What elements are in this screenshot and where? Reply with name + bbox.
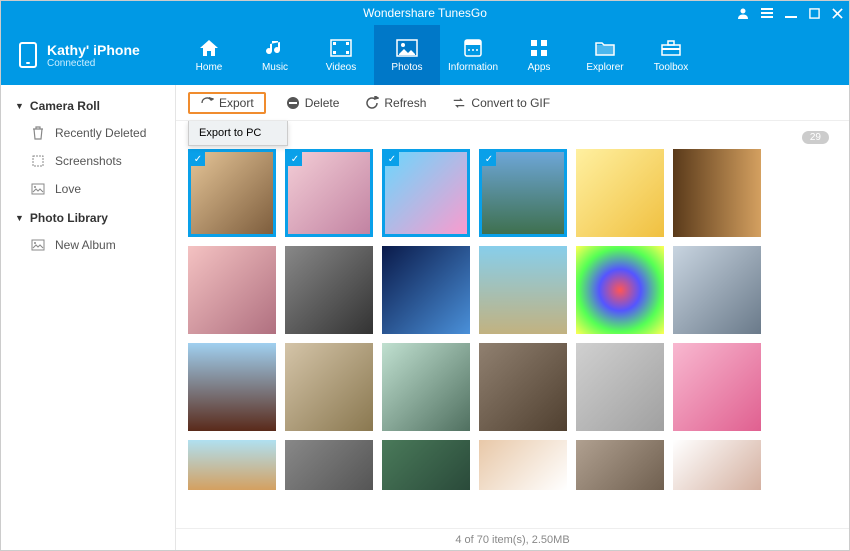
sidebar-item-love[interactable]: Love: [1, 175, 175, 203]
nav-information[interactable]: Information: [440, 25, 506, 85]
export-icon: [200, 96, 214, 110]
sidebar-item-new-album[interactable]: New Album: [1, 231, 175, 259]
photo-thumb[interactable]: [382, 440, 470, 490]
apps-icon: [529, 37, 549, 59]
photo-thumb[interactable]: [576, 343, 664, 431]
refresh-button[interactable]: Refresh: [359, 93, 432, 113]
photo-thumb[interactable]: [673, 246, 761, 334]
count-badge: 29: [802, 131, 829, 144]
image-icon: [31, 182, 45, 196]
maximize-icon[interactable]: [809, 8, 820, 19]
toolbox-icon: [660, 37, 682, 59]
window-title: Wondershare TunesGo: [363, 6, 487, 20]
nav-music[interactable]: Music: [242, 25, 308, 85]
photo-thumb[interactable]: ✓: [479, 149, 567, 237]
photo-thumb[interactable]: [285, 343, 373, 431]
caret-down-icon: ▼: [15, 213, 24, 223]
device-status: Connected: [47, 58, 140, 69]
device-name: Kathy' iPhone: [47, 42, 140, 58]
photo-thumb[interactable]: [285, 440, 373, 490]
trash-icon: [31, 126, 45, 140]
user-icon[interactable]: [737, 7, 749, 19]
photo-thumb[interactable]: [673, 440, 761, 490]
nav-explorer[interactable]: Explorer: [572, 25, 638, 85]
nav-home[interactable]: Home: [176, 25, 242, 85]
topbar: Kathy' iPhone Connected Home Music Video…: [1, 25, 849, 85]
photo-grid: ✓ ✓ ✓ ✓: [188, 149, 837, 490]
sidebar-group-camera-roll[interactable]: ▼ Camera Roll: [1, 91, 175, 119]
nav-photos[interactable]: Photos: [374, 25, 440, 85]
device-info[interactable]: Kathy' iPhone Connected: [1, 42, 176, 69]
information-icon: [463, 37, 483, 59]
status-text: 4 of 70 item(s), 2.50MB: [455, 534, 569, 546]
check-icon: ✓: [191, 152, 205, 166]
main: Export Delete Refresh Convert to GIF Exp…: [176, 85, 849, 550]
export-button[interactable]: Export: [188, 92, 266, 114]
titlebar: Wondershare TunesGo: [1, 1, 849, 25]
home-icon: [198, 37, 220, 59]
toolbar: Export Delete Refresh Convert to GIF: [176, 85, 849, 121]
photos-icon: [396, 37, 418, 59]
convert-icon: [452, 96, 466, 110]
check-icon: ✓: [482, 152, 496, 166]
close-icon[interactable]: [832, 8, 843, 19]
photo-thumb[interactable]: [188, 440, 276, 490]
export-dropdown: Export to PC: [188, 121, 288, 146]
refresh-icon: [365, 96, 379, 110]
convert-to-gif-button[interactable]: Convert to GIF: [446, 93, 556, 113]
photo-thumb[interactable]: ✓: [285, 149, 373, 237]
photo-thumb[interactable]: [673, 343, 761, 431]
photo-thumb[interactable]: ✓: [382, 149, 470, 237]
nav-videos[interactable]: Videos: [308, 25, 374, 85]
statusbar: 4 of 70 item(s), 2.50MB: [176, 528, 849, 550]
photo-thumb[interactable]: [479, 343, 567, 431]
screenshot-icon: [31, 154, 45, 168]
phone-icon: [19, 42, 37, 68]
explorer-icon: [594, 37, 616, 59]
delete-button[interactable]: Delete: [280, 93, 346, 113]
export-to-pc-item[interactable]: Export to PC: [189, 121, 287, 145]
photo-thumb[interactable]: [382, 343, 470, 431]
sidebar-item-screenshots[interactable]: Screenshots: [1, 147, 175, 175]
delete-icon: [286, 96, 300, 110]
minimize-icon[interactable]: [785, 7, 797, 19]
photo-thumb[interactable]: [382, 246, 470, 334]
image-icon: [31, 238, 45, 252]
photo-thumb[interactable]: [576, 440, 664, 490]
nav-toolbox[interactable]: Toolbox: [638, 25, 704, 85]
photo-thumb[interactable]: [673, 149, 761, 237]
sidebar-group-photo-library[interactable]: ▼ Photo Library: [1, 203, 175, 231]
photo-thumb[interactable]: [576, 246, 664, 334]
photo-thumb[interactable]: [188, 246, 276, 334]
photo-thumb[interactable]: ✓: [188, 149, 276, 237]
sidebar-item-recently-deleted[interactable]: Recently Deleted: [1, 119, 175, 147]
sidebar: ▼ Camera Roll Recently Deleted Screensho…: [1, 85, 176, 550]
photo-thumb[interactable]: [285, 246, 373, 334]
check-icon: ✓: [385, 152, 399, 166]
videos-icon: [330, 37, 352, 59]
menu-icon[interactable]: [761, 7, 773, 19]
photo-thumb[interactable]: [479, 440, 567, 490]
music-icon: [265, 37, 285, 59]
nav: Home Music Videos Photos Information App…: [176, 25, 704, 85]
check-icon: ✓: [288, 152, 302, 166]
nav-apps[interactable]: Apps: [506, 25, 572, 85]
photo-grid-content[interactable]: 2016-08-24 29 ✓ ✓ ✓ ✓: [176, 121, 849, 528]
photo-thumb[interactable]: [576, 149, 664, 237]
caret-down-icon: ▼: [15, 101, 24, 111]
photo-thumb[interactable]: [479, 246, 567, 334]
photo-thumb[interactable]: [188, 343, 276, 431]
